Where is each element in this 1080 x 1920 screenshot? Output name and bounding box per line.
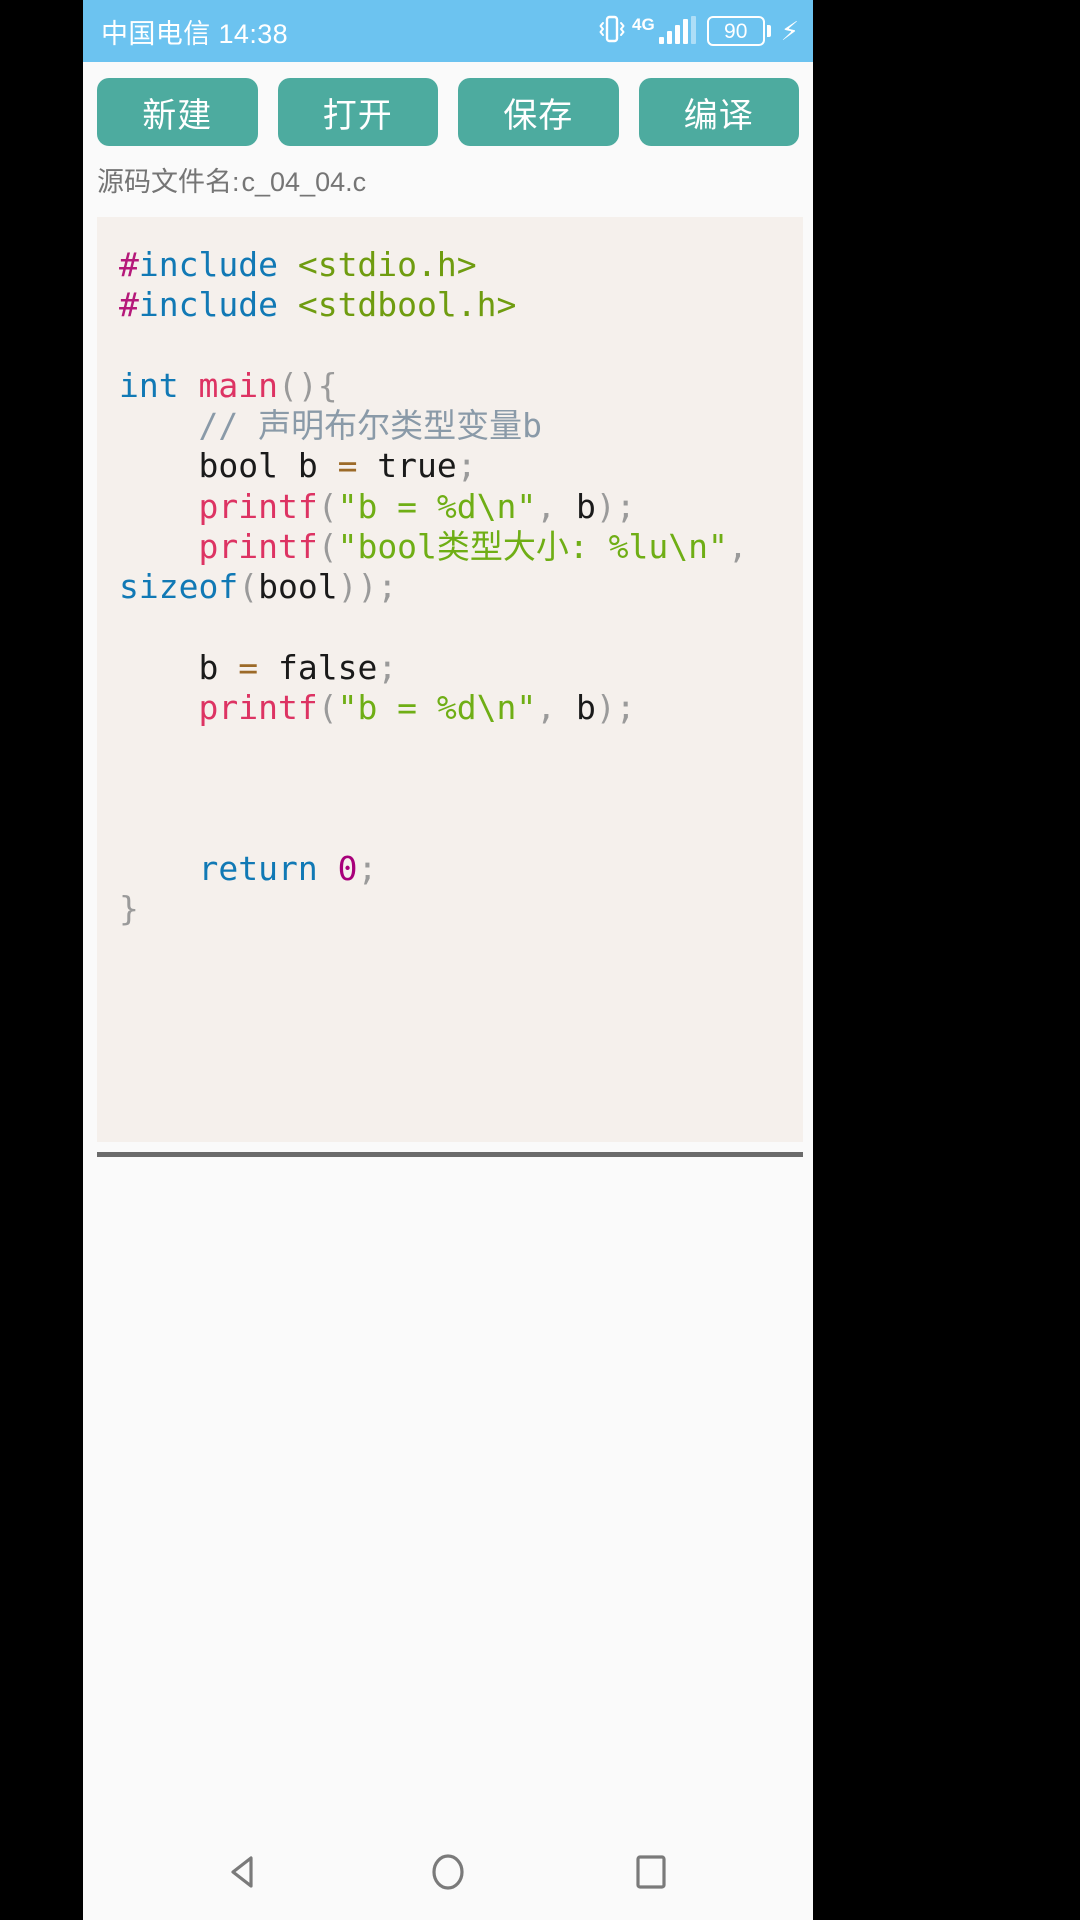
code-token: b: [556, 486, 596, 526]
code-token: =: [238, 647, 259, 687]
code-token: b: [198, 647, 239, 687]
code-token: bool: [258, 567, 338, 606]
code-token: return: [198, 848, 318, 888]
status-bar-left: 中国电信 14:38: [101, 12, 288, 51]
filename-row: 源码文件名: c_04_04.c: [83, 146, 813, 209]
code-token: <stdio.h>: [297, 245, 477, 284]
code-token: );: [595, 687, 636, 727]
signal-bars-icon: [658, 16, 696, 44]
battery-icon: 90: [706, 16, 771, 46]
code-token: <stdbool.h>: [297, 285, 517, 325]
source-code[interactable]: #include <stdio.h> #include <stdbool.h> …: [119, 245, 781, 929]
code-token: true: [357, 446, 457, 486]
code-token: printf: [198, 526, 318, 566]
back-triangle-icon[interactable]: [200, 1827, 290, 1917]
code-token: include: [138, 245, 278, 284]
code-token: ));: [337, 567, 398, 606]
code-token: ;: [377, 647, 398, 687]
battery-cap: [766, 25, 771, 37]
code-token: false: [258, 647, 378, 687]
recents-square-icon[interactable]: [606, 1827, 696, 1917]
code-token: bool b: [198, 446, 338, 486]
code-token: int: [119, 365, 179, 405]
phone-screen: 中国电信 14:38 4G 90 ⚡ 新建 打开 保存 编译 源码文件名: c_…: [83, 0, 813, 1920]
code-token: (: [317, 687, 338, 727]
open-file-button[interactable]: 打开: [277, 78, 438, 146]
code-token: printf: [198, 687, 318, 727]
code-token: // 声明布尔类型变量b: [198, 406, 542, 445]
code-token: "b = %d\n": [337, 687, 537, 727]
code-token: }: [119, 889, 139, 928]
app-body: 新建 打开 保存 编译 源码文件名: c_04_04.c #include <s…: [83, 62, 813, 1920]
output-console[interactable]: [83, 1157, 813, 1824]
code-token: ,: [536, 687, 557, 727]
compile-button[interactable]: 编译: [638, 78, 799, 146]
network-type-label: 4G: [632, 14, 655, 34]
charging-bolt-icon: ⚡: [780, 16, 799, 46]
code-token: 0: [337, 848, 358, 888]
code-editor[interactable]: #include <stdio.h> #include <stdbool.h> …: [97, 217, 803, 1142]
carrier-and-clock: 中国电信 14:38: [101, 18, 289, 49]
code-token: "bool类型大小: %lu\n": [337, 526, 728, 566]
code-token: #: [119, 245, 139, 284]
code-token: ;: [456, 446, 477, 486]
filename-label: 源码文件名:: [97, 167, 240, 197]
toolbar: 新建 打开 保存 编译: [83, 62, 813, 146]
code-token: printf: [198, 486, 318, 526]
code-token: b: [556, 687, 596, 727]
filename-value[interactable]: c_04_04.c: [242, 167, 367, 198]
code-token: (: [317, 526, 338, 566]
save-file-button[interactable]: 保存: [458, 78, 619, 146]
status-bar: 中国电信 14:38 4G 90 ⚡: [83, 0, 813, 62]
code-token: ,: [536, 486, 557, 526]
code-token: include: [138, 285, 278, 325]
code-token: (: [317, 486, 338, 526]
status-bar-right: 4G 90 ⚡: [599, 14, 799, 49]
code-token: );: [595, 486, 636, 526]
code-token: "b = %d\n": [337, 486, 537, 526]
code-token: ,: [727, 526, 748, 566]
code-token: main: [198, 365, 278, 405]
home-circle-icon[interactable]: [403, 1827, 493, 1917]
code-token: (){: [277, 365, 338, 405]
code-token: =: [337, 446, 358, 486]
vibrate-icon: [599, 14, 625, 49]
code-token: sizeof: [119, 567, 239, 606]
code-token: #: [119, 285, 139, 325]
code-token: ;: [357, 848, 378, 888]
new-file-button[interactable]: 新建: [97, 78, 258, 146]
code-token: (: [238, 567, 259, 606]
battery-level-label: 90: [706, 16, 765, 46]
android-nav-bar: [83, 1824, 813, 1920]
